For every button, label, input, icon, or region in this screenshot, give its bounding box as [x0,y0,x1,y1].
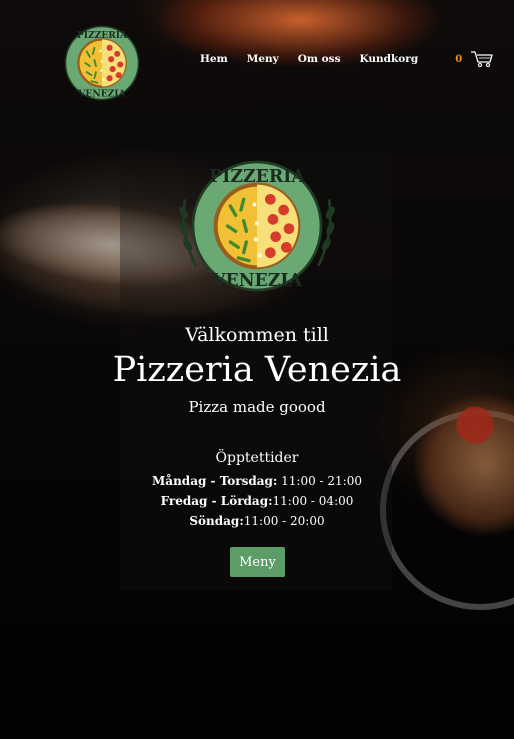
logo-text-top: PIZZERIA [77,30,128,41]
top-navigation: PIZZERIA VENEZIA Hem Meny Om oss Kundkor… [0,0,514,120]
nav-links: Hem Meny Om oss Kundkorg 0 [200,50,494,68]
opening-hours-row: Måndag - Torsdag: 11:00 - 21:00 [0,474,514,488]
hours-time: 11:00 - 21:00 [277,474,362,488]
hours-days: Måndag - Torsdag: [152,474,278,488]
pizzeria-venezia-logo-icon: PIZZERIA VENEZIA [179,160,335,292]
opening-hours-title: Öpptettider [215,450,299,466]
opening-hours-row: Söndag:11:00 - 20:00 [0,514,514,528]
welcome-text: Välkommen till [185,324,329,346]
opening-hours-row: Fredag - Lördag:11:00 - 04:00 [0,494,514,508]
nav-link-hem[interactable]: Hem [200,53,228,65]
hero-logo-text-bottom: VENEZIA [211,271,302,291]
shopping-cart-icon[interactable] [470,50,494,68]
hours-days: Söndag: [189,514,244,528]
menu-button[interactable]: Meny [230,547,285,577]
nav-logo[interactable]: PIZZERIA VENEZIA [64,25,140,101]
hero-logo: PIZZERIA VENEZIA [177,158,337,294]
logo-text-bottom: VENEZIA [77,88,126,99]
nav-link-meny[interactable]: Meny [247,53,279,65]
hero-logo-text-top: PIZZERIA [209,167,305,187]
restaurant-name-heading: Pizzeria Venezia [112,350,402,390]
tagline: Pizza made goood [188,398,326,416]
hours-days: Fredag - Lördag: [160,494,273,508]
cart-count-badge: 0 [455,53,463,65]
nav-link-om-oss[interactable]: Om oss [298,53,341,65]
hours-time: 11:00 - 20:00 [243,514,325,528]
nav-link-kundkorg[interactable]: Kundkorg [360,53,419,65]
hours-time: 11:00 - 04:00 [272,494,354,508]
pizzeria-logo-icon: PIZZERIA VENEZIA [64,25,140,101]
